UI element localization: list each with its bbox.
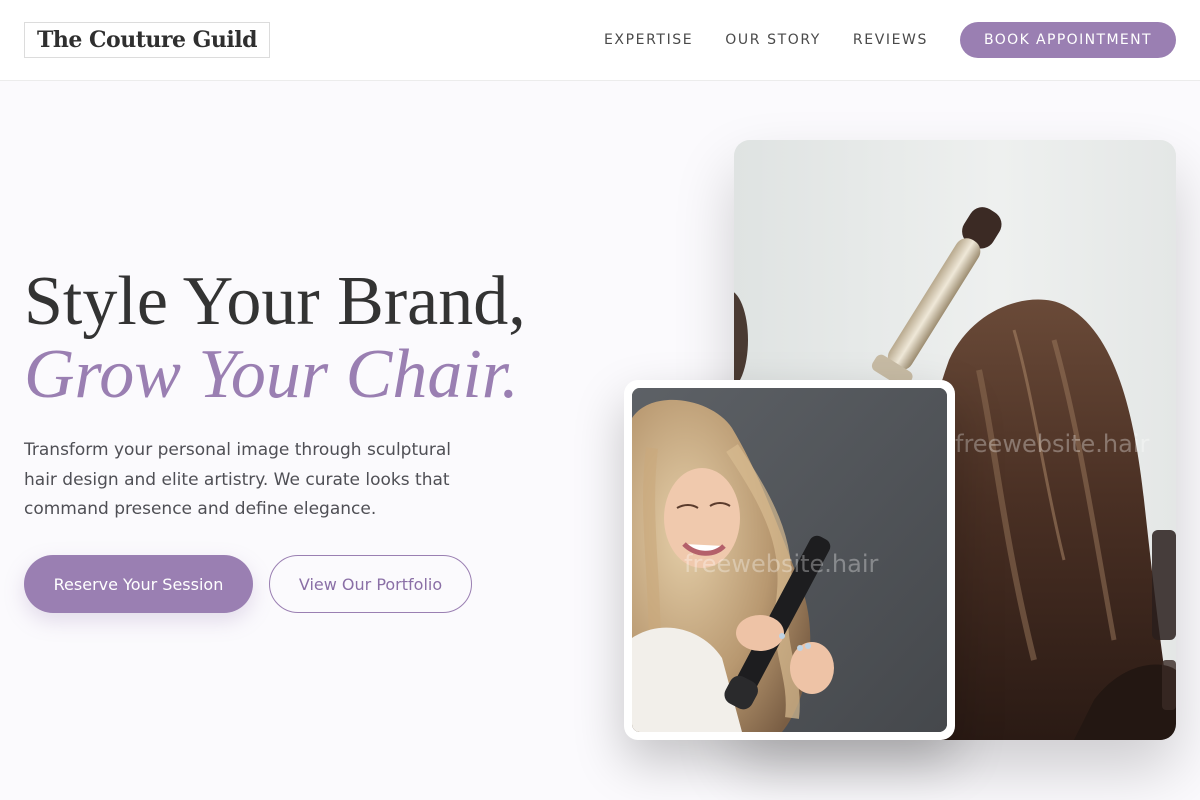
nav-link-expertise[interactable]: EXPERTISE — [604, 32, 693, 48]
reserve-session-button[interactable]: Reserve Your Session — [24, 555, 253, 613]
hero-inset-photo — [624, 380, 955, 740]
nav-link-reviews[interactable]: REVIEWS — [853, 32, 928, 48]
site-header: The Couture Guild EXPERTISE OUR STORY RE… — [0, 0, 1200, 81]
woman-curling-hair-illustration — [632, 388, 947, 732]
main-nav: EXPERTISE OUR STORY REVIEWS BOOK APPOINT… — [604, 22, 1176, 58]
nav-link-our-story[interactable]: OUR STORY — [725, 32, 821, 48]
hero-title-line2: Grow Your Chair. — [24, 336, 519, 413]
book-appointment-button[interactable]: BOOK APPOINTMENT — [959, 22, 1176, 58]
hero-title: Style Your Brand, Grow Your Chair. — [24, 266, 526, 412]
hero-subtitle: Transform your personal image through sc… — [24, 440, 452, 519]
view-portfolio-button[interactable]: View Our Portfolio — [269, 555, 472, 613]
logo[interactable]: The Couture Guild — [24, 22, 270, 58]
hero-title-line1: Style Your Brand, — [24, 263, 526, 340]
inset-photo-frame — [632, 388, 947, 732]
